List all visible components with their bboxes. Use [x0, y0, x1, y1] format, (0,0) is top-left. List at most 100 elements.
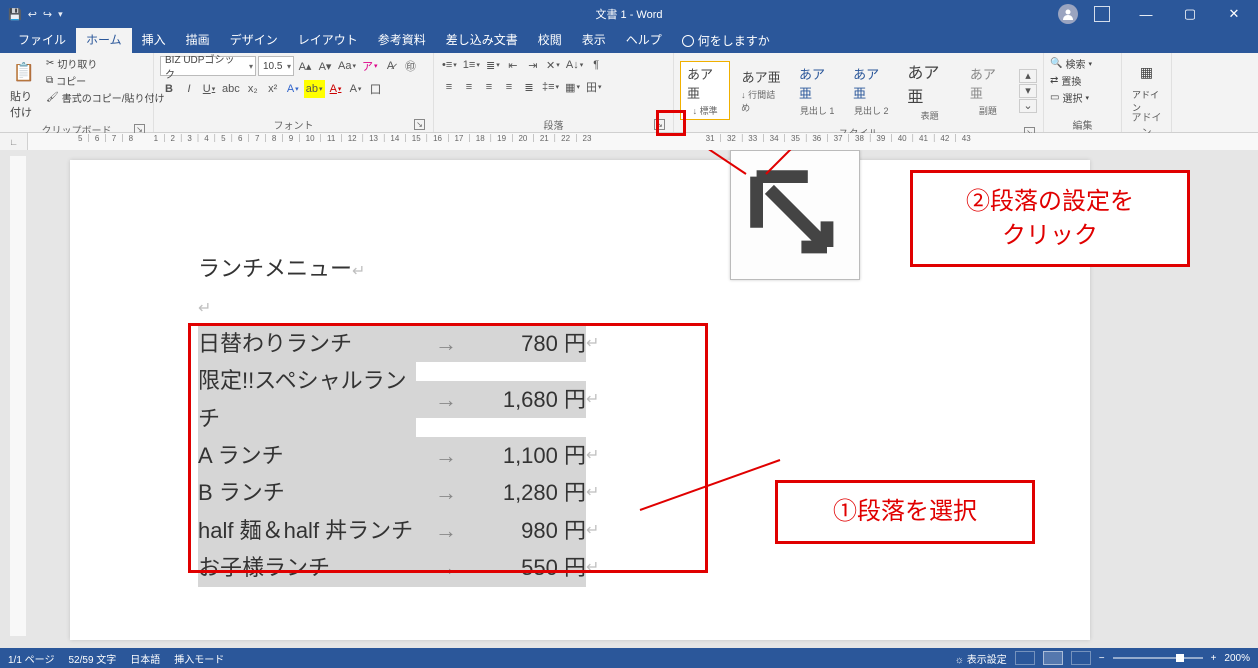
addin-button[interactable]: ▦アドイン: [1128, 56, 1165, 116]
font-launcher[interactable]: ↘: [414, 119, 425, 130]
grow-font-button[interactable]: A▴: [296, 57, 314, 75]
tab-references[interactable]: 参考資料: [368, 27, 436, 53]
increase-indent-button[interactable]: ⇥: [524, 56, 542, 74]
vertical-ruler[interactable]: [10, 156, 26, 636]
tab-design[interactable]: デザイン: [220, 27, 288, 53]
char-border-button[interactable]: 囗: [367, 80, 385, 98]
text-effects-button[interactable]: A: [284, 80, 302, 98]
cut-button[interactable]: ✂切り取り: [46, 56, 164, 71]
display-settings-button[interactable]: ☼ 表示設定: [955, 651, 1007, 666]
status-words[interactable]: 52/59 文字: [68, 651, 116, 666]
superscript-button[interactable]: x²: [264, 80, 282, 98]
enclose-button[interactable]: ㊞: [402, 57, 420, 75]
paste-icon: 📋: [10, 58, 38, 86]
strike-button[interactable]: abc: [220, 80, 242, 98]
undo-icon[interactable]: ↩: [28, 8, 37, 21]
distribute-button[interactable]: ≣: [520, 78, 538, 96]
asian-layout-button[interactable]: ✕: [544, 56, 562, 74]
save-icon[interactable]: 💾: [8, 8, 22, 21]
paste-label: 貼り付け: [10, 88, 38, 120]
ribbon-options-icon[interactable]: [1082, 0, 1122, 28]
status-lang[interactable]: 日本語: [130, 651, 160, 666]
line-spacing-button[interactable]: ‡≡: [540, 78, 561, 96]
tab-draw[interactable]: 描画: [176, 27, 220, 53]
borders-button[interactable]: 田: [584, 78, 604, 96]
font-name-select[interactable]: BIZ UDPゴシック: [160, 56, 256, 76]
read-mode-button[interactable]: [1015, 651, 1035, 665]
decrease-indent-button[interactable]: ⇤: [504, 56, 522, 74]
tab-file[interactable]: ファイル: [8, 27, 76, 53]
addin-icon: ▦: [1133, 58, 1161, 86]
style-heading2[interactable]: あア亜見出し 2: [846, 61, 896, 120]
ribbon: 📋 貼り付け ✂切り取り ⧉コピー 🖌書式のコピー/貼り付け クリップボード↘ …: [0, 53, 1258, 133]
find-button[interactable]: 🔍検索▾: [1050, 56, 1092, 71]
underline-button[interactable]: U: [200, 80, 218, 98]
zoom-out-button[interactable]: −: [1099, 653, 1105, 664]
styles-scroll-up[interactable]: ▴: [1019, 69, 1037, 83]
copy-button[interactable]: ⧉コピー: [46, 73, 164, 88]
paste-button[interactable]: 📋 貼り付け: [6, 56, 42, 122]
styles-expand[interactable]: ⌄: [1019, 99, 1037, 113]
style-title[interactable]: あア亜表題: [900, 56, 959, 125]
style-subtitle[interactable]: あア亜副題: [963, 61, 1013, 120]
zoom-in-button[interactable]: +: [1211, 653, 1217, 664]
sort-button[interactable]: A↓: [564, 56, 585, 74]
status-page[interactable]: 1/1 ページ: [8, 651, 54, 666]
ruby-button[interactable]: ア: [360, 57, 380, 75]
qat-more-icon[interactable]: ▾: [58, 9, 63, 20]
highlight-button[interactable]: ab: [304, 80, 325, 98]
user-avatar-icon[interactable]: [1058, 4, 1078, 24]
tab-help[interactable]: ヘルプ: [616, 27, 672, 53]
close-button[interactable]: ✕: [1214, 0, 1254, 28]
clear-format-button[interactable]: A̷: [382, 57, 400, 75]
numbering-button[interactable]: 1≡: [461, 56, 482, 74]
subscript-button[interactable]: x₂: [244, 80, 262, 98]
styles-scroll-down[interactable]: ▾: [1019, 84, 1037, 98]
tab-mailings[interactable]: 差し込み文書: [436, 27, 528, 53]
minimize-button[interactable]: —: [1126, 0, 1166, 28]
show-marks-button[interactable]: ¶: [587, 56, 605, 74]
italic-button[interactable]: I: [180, 80, 198, 98]
status-mode[interactable]: 挿入モード: [174, 651, 224, 666]
bullets-button[interactable]: •≡: [440, 56, 459, 74]
align-left-button[interactable]: ≡: [440, 78, 458, 96]
shrink-font-button[interactable]: A▾: [316, 57, 334, 75]
zoom-slider[interactable]: [1113, 657, 1203, 659]
style-nospacing[interactable]: あア亜↓ 行間詰め: [734, 64, 788, 117]
align-right-button[interactable]: ≡: [480, 78, 498, 96]
justify-button[interactable]: ≡: [500, 78, 518, 96]
style-heading1[interactable]: あア亜見出し 1: [792, 61, 842, 120]
tab-view[interactable]: 表示: [572, 27, 616, 53]
replace-button[interactable]: ⇄置換: [1050, 73, 1092, 88]
annotation-line-2: [686, 150, 806, 199]
style-normal[interactable]: あア亜↓ 標準: [680, 61, 730, 120]
char-shading-button[interactable]: A: [347, 80, 365, 98]
font-color-button[interactable]: A: [327, 80, 345, 98]
align-center-button[interactable]: ≡: [460, 78, 478, 96]
tab-review[interactable]: 校閲: [528, 27, 572, 53]
tab-home[interactable]: ホーム: [76, 27, 132, 53]
print-layout-button[interactable]: [1043, 651, 1063, 665]
select-button[interactable]: ▭選択▾: [1050, 90, 1092, 105]
tab-insert[interactable]: 挿入: [132, 27, 176, 53]
tab-layout[interactable]: レイアウト: [288, 27, 368, 53]
format-label: 書式のコピー/貼り付け: [62, 90, 165, 105]
font-size-select[interactable]: 10.5: [258, 56, 294, 76]
zoom-level[interactable]: 200%: [1224, 653, 1250, 664]
change-case-button[interactable]: Aa: [336, 57, 358, 75]
multilevel-button[interactable]: ≣: [484, 56, 502, 74]
tell-me[interactable]: 何をしますか: [672, 28, 780, 53]
annotation-highlight-launcher: [656, 110, 686, 136]
group-clipboard: 📋 貼り付け ✂切り取り ⧉コピー 🖌書式のコピー/貼り付け クリップボード↘: [0, 53, 154, 132]
horizontal-ruler[interactable]: ∟ 5 ｜ 6 ｜ 7 ｜ 8 1 ｜ 2 ｜ 3 ｜ 4 ｜ 5 ｜ 6 ｜ …: [0, 133, 1258, 151]
redo-icon[interactable]: ↪: [43, 8, 52, 21]
quick-access: 💾 ↩ ↪ ▾: [0, 8, 71, 21]
bold-button[interactable]: B: [160, 80, 178, 98]
maximize-button[interactable]: ▢: [1170, 0, 1210, 28]
format-painter-button[interactable]: 🖌書式のコピー/貼り付け: [46, 90, 164, 105]
shading-button[interactable]: ▦: [563, 78, 582, 96]
document-area: ランチメニュー↵ ↵ 日替わりランチ→780 円↵限定!!スペシャルランチ→1,…: [0, 150, 1258, 648]
web-layout-button[interactable]: [1071, 651, 1091, 665]
group-editing-label: 編集: [1073, 117, 1093, 132]
ribbon-tabs: ファイル ホーム 挿入 描画 デザイン レイアウト 参考資料 差し込み文書 校閲…: [0, 28, 1258, 53]
